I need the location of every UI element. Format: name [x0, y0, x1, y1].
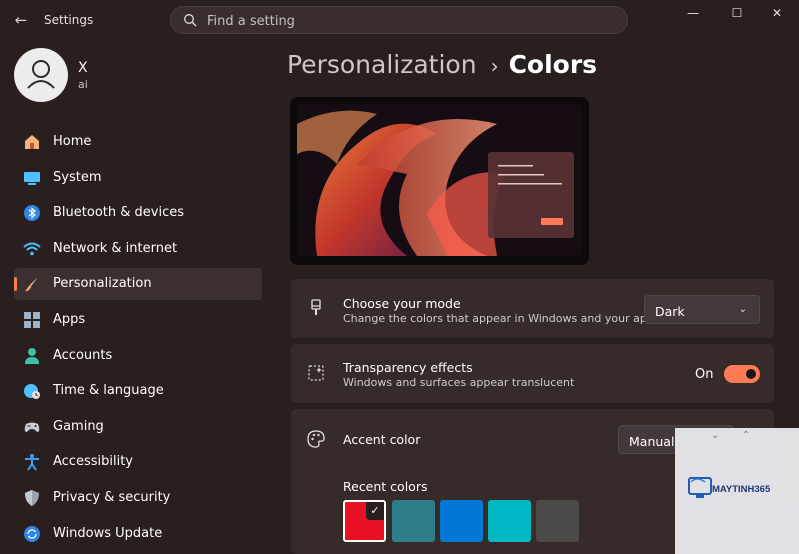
theme-preview	[290, 97, 589, 265]
sidebar-item-home[interactable]: Home	[14, 126, 262, 158]
breadcrumb: Personalization › Colors	[287, 50, 597, 79]
update-icon	[24, 525, 40, 542]
chevron-icons: ⌄ ⌃	[711, 430, 751, 441]
sidebar-item-accessibility[interactable]: Accessibility	[14, 446, 262, 478]
watermark-text: MAYTINH365	[712, 484, 771, 495]
sidebar-item-label: Apps	[53, 311, 86, 327]
sidebar-item-network[interactable]: Network & internet	[14, 233, 262, 265]
chevron-right-icon: ›	[490, 54, 499, 78]
sidebar-item-system[interactable]: System	[14, 162, 262, 194]
paint-brush-icon	[311, 299, 321, 315]
sidebar-item-label: Accessibility	[53, 454, 133, 470]
accent-dropdown-value: Manual	[629, 434, 675, 449]
search-icon	[184, 14, 197, 27]
chevron-down-icon: ⌄	[738, 304, 747, 315]
user-name: X	[78, 60, 88, 76]
sidebar-item-accounts[interactable]: Accounts	[14, 340, 262, 372]
maximize-button[interactable]: ☐	[725, 4, 749, 22]
search-box[interactable]	[170, 6, 628, 34]
home-icon	[25, 135, 39, 149]
transparency-toggle[interactable]	[724, 365, 760, 383]
mode-setting-card: Choose your mode Change the colors that …	[291, 279, 774, 338]
color-swatch[interactable]	[488, 500, 531, 542]
active-indicator	[14, 277, 17, 292]
sidebar-item-label: Network & internet	[53, 240, 178, 256]
color-swatch[interactable]	[440, 500, 483, 542]
mode-subtitle: Change the colors that appear in Windows…	[343, 312, 660, 325]
sidebar-item-label: Bluetooth & devices	[53, 205, 184, 221]
color-swatch[interactable]: ✓	[343, 500, 386, 542]
gamepad-icon	[24, 422, 40, 432]
mode-dropdown-value: Dark	[655, 304, 685, 319]
back-button[interactable]: ←	[12, 11, 30, 29]
sidebar-item-apps[interactable]: Apps	[14, 304, 262, 336]
sidebar-item-personalization[interactable]: Personalization	[14, 268, 262, 301]
breadcrumb-parent[interactable]: Personalization	[287, 50, 477, 79]
check-icon: ✓	[366, 502, 384, 520]
apps-icon	[24, 311, 40, 328]
watermark-logo-icon	[688, 477, 712, 498]
palette-icon	[307, 430, 325, 448]
sidebar-nav: Home System Bluetooth & devices Network …	[14, 126, 262, 553]
wallpaper-image	[297, 104, 582, 256]
accent-title: Accent color	[343, 432, 421, 447]
search-input[interactable]	[205, 11, 609, 31]
close-button[interactable]: ✕	[765, 4, 789, 22]
globe-clock-icon	[24, 384, 40, 400]
sidebar-item-label: Personalization	[53, 276, 152, 292]
title-bar: ← Settings — ☐ ✕	[0, 0, 799, 40]
sidebar-item-label: Privacy & security	[53, 489, 171, 505]
sidebar-item-time-language[interactable]: Time & language	[14, 375, 262, 407]
mode-dropdown[interactable]: Dark ⌄	[644, 295, 760, 324]
person-icon	[27, 60, 55, 89]
shield-icon	[25, 489, 39, 506]
watermark-overlay: ⌄ ⌃ MAYTINH365	[675, 428, 799, 554]
avatar	[14, 48, 68, 102]
app-title: Settings	[44, 13, 94, 27]
sidebar-item-privacy[interactable]: Privacy & security	[14, 482, 262, 514]
sidebar-item-label: Time & language	[53, 383, 164, 399]
sidebar-item-gaming[interactable]: Gaming	[14, 411, 262, 443]
recent-colors-title: Recent colors	[343, 479, 428, 494]
mode-title: Choose your mode	[343, 296, 461, 311]
sparkle-icon	[308, 365, 324, 381]
sidebar-item-windows-update[interactable]: Windows Update	[14, 518, 262, 550]
wifi-icon	[23, 242, 41, 256]
sidebar-item-label: System	[53, 169, 102, 185]
color-swatch[interactable]	[392, 500, 435, 542]
bluetooth-icon	[24, 205, 40, 222]
accessibility-icon	[25, 454, 39, 471]
sidebar-item-label: Home	[53, 134, 92, 149]
page-title: Colors	[508, 50, 598, 79]
user-email: ai	[78, 78, 88, 91]
sidebar-item-bluetooth[interactable]: Bluetooth & devices	[14, 197, 262, 229]
transparency-subtitle: Windows and surfaces appear translucent	[343, 376, 575, 389]
transparency-setting-card: Transparency effects Windows and surface…	[291, 344, 774, 403]
brush-icon	[25, 277, 38, 292]
sidebar-item-label: Accounts	[53, 347, 113, 363]
transparency-title: Transparency effects	[343, 360, 473, 375]
toggle-knob	[746, 369, 756, 379]
transparency-state-label: On	[695, 367, 714, 382]
sidebar-item-label: Gaming	[53, 418, 104, 434]
monitor-icon	[24, 171, 40, 185]
person-icon	[25, 347, 39, 364]
sidebar-item-label: Windows Update	[53, 525, 163, 541]
minimize-button[interactable]: —	[681, 4, 705, 22]
color-swatch[interactable]	[536, 500, 579, 542]
